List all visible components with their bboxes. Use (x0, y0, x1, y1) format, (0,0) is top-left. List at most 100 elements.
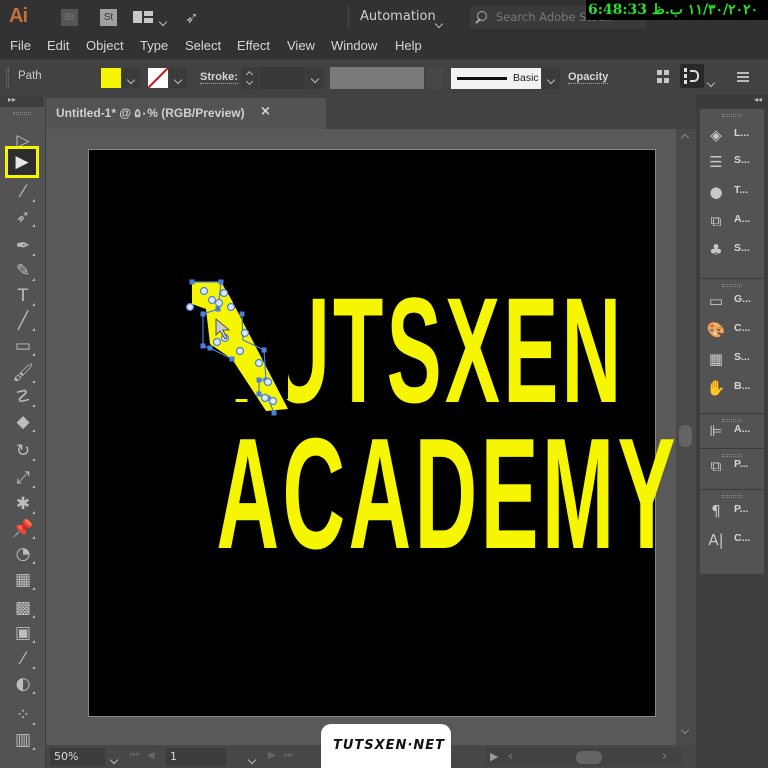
brush-definition[interactable]: Basic (451, 68, 541, 89)
next-artboard-icon[interactable]: ▶ (268, 750, 276, 761)
gpu-performance-icon[interactable]: ➶ (185, 8, 198, 27)
menu-help[interactable]: Help (395, 38, 422, 53)
tools-grip[interactable] (13, 112, 31, 115)
panel-paragraph[interactable]: ¶ P... (700, 497, 764, 525)
scale-tool[interactable]: ⤢ (10, 467, 36, 489)
scroll-down-icon[interactable] (680, 725, 690, 735)
menu-window[interactable]: Window (331, 38, 377, 53)
panel-swatches[interactable]: ▦ S... (700, 345, 764, 373)
document-tab[interactable]: Untitled-1* @ ۵۰% (RGB/Preview) × (46, 98, 326, 129)
panel-label: A... (734, 423, 751, 435)
workspace-switcher[interactable]: Automation (360, 9, 436, 24)
last-artboard-icon[interactable]: ⏭ (284, 750, 293, 761)
fill-dropdown[interactable] (122, 68, 140, 88)
artboard-number-field[interactable]: 1 (166, 748, 226, 766)
panel-symbols[interactable]: ♣ S... (700, 236, 764, 264)
status-menu-arrow-icon[interactable]: ▶ (490, 750, 498, 763)
menu-object[interactable]: Object (86, 38, 124, 53)
panel-menu-icon[interactable] (737, 72, 749, 82)
stroke-swatch[interactable] (148, 68, 168, 88)
opacity-label[interactable]: Opacity (568, 71, 609, 84)
panel-group-grip[interactable] (722, 114, 742, 117)
menu-type[interactable]: Type (140, 38, 168, 53)
scroll-left-icon[interactable]: ‹ (508, 749, 513, 763)
panel-transparency[interactable]: ● T... (700, 178, 764, 206)
lasso-tool[interactable]: ➶ (10, 206, 36, 228)
panel-gradient[interactable]: ▭ G... (700, 287, 764, 315)
pin-tool[interactable]: 📌 (10, 518, 36, 540)
menu-view[interactable]: View (287, 38, 315, 53)
previous-artboard-icon[interactable]: ◀ (147, 750, 155, 761)
gradient-tool[interactable]: ▣ (10, 622, 36, 644)
transform-button[interactable] (680, 64, 704, 88)
panel-brushes[interactable]: ✋ B... (700, 374, 764, 402)
zoom-dropdown[interactable] (106, 748, 121, 766)
panel-character[interactable]: A| C... (700, 526, 764, 554)
eraser-icon: ◆ (16, 412, 30, 432)
vertical-scrollbar[interactable] (676, 129, 696, 745)
artwork-text-tutsxen[interactable]: TUTSXEN (216, 275, 621, 425)
pen-tool[interactable]: ✒ (10, 235, 36, 257)
rectangle-tool[interactable]: ▭ (10, 335, 36, 357)
brush-dropdown[interactable] (542, 68, 560, 89)
rotate-tool[interactable]: ↻ (10, 440, 36, 462)
first-artboard-icon[interactable]: ⏮ (130, 750, 139, 761)
direct-selection-tool[interactable]: ▶ (5, 146, 39, 178)
menu-select[interactable]: Select (185, 38, 221, 53)
tools-collapse-bar[interactable]: ▸▸ (0, 95, 44, 107)
control-bar-grip[interactable] (6, 68, 9, 88)
panel-appearance[interactable]: ⧉ A... (700, 207, 764, 235)
variable-width-dropdown[interactable] (427, 67, 443, 89)
stroke-weight-field[interactable] (260, 67, 305, 89)
stroke-weight-dropdown[interactable] (306, 67, 324, 89)
puppet-warp-tool[interactable]: ✱ (10, 493, 36, 515)
stroke-color-dropdown[interactable] (169, 68, 187, 88)
curvature-tool[interactable]: ✎ (10, 260, 36, 282)
perspective-grid-tool[interactable]: ▦ (10, 569, 36, 591)
fill-swatch[interactable] (101, 68, 121, 88)
artboard-dropdown[interactable] (244, 748, 259, 766)
eyedropper-tool[interactable]: ⁄ (10, 648, 36, 670)
panel-color[interactable]: 🎨 C... (700, 316, 764, 344)
arrange-documents-icon[interactable] (133, 11, 153, 23)
column-graph-tool[interactable]: ▥ (10, 729, 36, 751)
blend-tool[interactable]: ◐ (10, 673, 36, 695)
vertical-scroll-thumb[interactable] (679, 425, 692, 447)
zoom-level-field[interactable]: 50% (50, 748, 105, 766)
transform-dropdown-chevron-icon[interactable] (706, 71, 716, 90)
horizontal-scroll-thumb[interactable] (576, 751, 602, 764)
line-tool[interactable]: ╱ (10, 310, 36, 332)
stroke-label[interactable]: Stroke: (200, 71, 238, 84)
paintbrush-tool[interactable]: 🖌 (10, 362, 36, 384)
type-tool[interactable]: T (10, 285, 36, 307)
panel-stroke[interactable]: ☰ S... (700, 148, 764, 176)
panel-align[interactable]: ⊫ A... (700, 417, 764, 445)
scroll-up-icon[interactable] (680, 133, 690, 143)
panel-pathfinder[interactable]: ⧉ P... (700, 452, 764, 480)
eraser-tool[interactable]: ◆ (10, 411, 36, 433)
panel-layers[interactable]: ◈ L... (700, 121, 764, 149)
variable-width-profile[interactable] (330, 67, 424, 89)
arrange-dropdown-chevron-icon[interactable] (158, 10, 168, 29)
shaper-tool[interactable]: ☡ (10, 386, 36, 408)
menu-edit[interactable]: Edit (47, 38, 69, 53)
workspace-chevron-icon[interactable] (434, 12, 444, 31)
mesh-tool[interactable]: ▩ (10, 597, 36, 619)
magic-wand-tool[interactable]: ⁄ (10, 181, 36, 203)
panel-label: S... (734, 242, 750, 254)
scroll-right-icon[interactable]: › (662, 749, 667, 763)
symbol-sprayer-tool[interactable]: ⁘ (10, 704, 36, 726)
artwork-text-academy[interactable]: ACADEMY (216, 415, 675, 573)
stock-button[interactable]: St (100, 9, 117, 26)
menu-effect[interactable]: Effect (237, 38, 270, 53)
horizontal-scrollbar[interactable]: ▶ ‹ › (486, 748, 681, 766)
menu-file[interactable]: File (10, 38, 31, 53)
close-tab-icon[interactable]: × (260, 104, 271, 119)
layers-icon: ◈ (710, 126, 722, 144)
artboard[interactable]: TUTSXEN ACADEMY (88, 149, 675, 717)
align-icon[interactable] (657, 70, 669, 84)
stroke-weight-spinner[interactable] (241, 67, 259, 89)
dock-collapse-bar[interactable]: ◂◂ (696, 95, 768, 109)
shape-builder-tool[interactable]: ◔ (10, 543, 36, 565)
bridge-button[interactable]: Br (61, 9, 78, 26)
